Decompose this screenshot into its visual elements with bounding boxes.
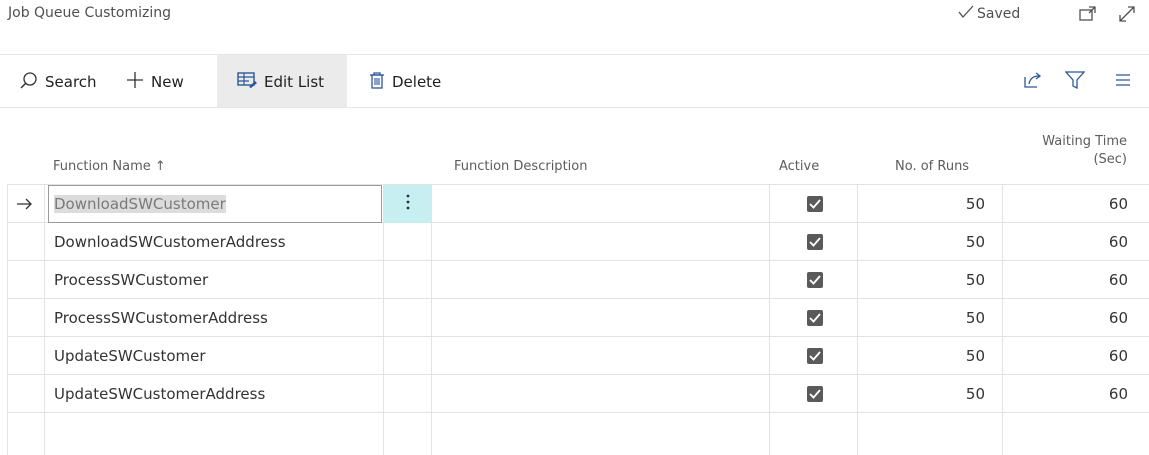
function-description-cell[interactable] xyxy=(439,185,759,223)
no-of-runs-cell[interactable]: 50 xyxy=(867,299,985,337)
function-name-cell[interactable]: UpdateSWCustomerAddress xyxy=(54,375,379,413)
waiting-time-cell[interactable]: 60 xyxy=(1012,375,1128,413)
column-header-waiting-time[interactable]: Waiting Time (Sec) xyxy=(1025,134,1127,167)
function-name-field[interactable]: DownloadSWCustomer xyxy=(48,185,382,223)
new-button[interactable]: New xyxy=(126,55,184,108)
search-label: Search xyxy=(45,72,97,91)
filter-button[interactable] xyxy=(1064,55,1086,108)
expand-icon[interactable] xyxy=(1117,4,1137,24)
new-label: New xyxy=(151,72,184,91)
table-row[interactable]: UpdateSWCustomerAddress 50 60 xyxy=(7,375,1149,413)
function-name-text: DownloadSWCustomer xyxy=(54,195,226,213)
job-queue-table: Function Name ↑ Function Description Act… xyxy=(7,108,1149,455)
open-new-window-icon[interactable] xyxy=(1078,4,1098,24)
waiting-time-cell[interactable]: 60 xyxy=(1012,337,1128,375)
function-name-cell[interactable]: ProcessSWCustomer xyxy=(54,261,379,299)
page-title: Job Queue Customizing xyxy=(8,5,171,21)
function-description-cell[interactable] xyxy=(439,299,759,337)
column-header-function-description[interactable]: Function Description xyxy=(454,159,587,174)
column-header-function-name[interactable]: Function Name ↑ xyxy=(53,159,166,174)
list-view-icon xyxy=(1115,73,1131,91)
delete-label: Delete xyxy=(392,72,442,91)
filter-icon xyxy=(1064,70,1086,93)
waiting-time-cell[interactable]: 60 xyxy=(1012,261,1128,299)
no-of-runs-cell[interactable]: 50 xyxy=(867,223,985,261)
active-checkbox[interactable] xyxy=(807,348,823,364)
active-checkbox[interactable] xyxy=(807,272,823,288)
function-name-cell[interactable]: ProcessSWCustomerAddress xyxy=(54,299,379,337)
no-of-runs-cell[interactable]: 50 xyxy=(867,261,985,299)
saved-label: Saved xyxy=(977,6,1021,22)
active-checkbox[interactable] xyxy=(807,386,823,402)
no-of-runs-cell[interactable]: 50 xyxy=(867,375,985,413)
trash-icon xyxy=(369,71,385,93)
waiting-time-cell[interactable]: 60 xyxy=(1012,299,1128,337)
current-row-arrow-icon xyxy=(16,185,38,223)
search-icon xyxy=(20,71,38,93)
function-name-cell[interactable]: UpdateSWCustomer xyxy=(54,337,379,375)
active-checkbox[interactable] xyxy=(807,310,823,326)
function-description-cell[interactable] xyxy=(439,223,759,261)
action-bar: Search New Edit List Delete xyxy=(0,55,1149,108)
table-row[interactable]: UpdateSWCustomer 50 60 xyxy=(7,337,1149,375)
function-description-cell[interactable] xyxy=(439,337,759,375)
function-description-cell[interactable] xyxy=(439,261,759,299)
edit-list-label: Edit List xyxy=(264,72,325,91)
column-header-no-of-runs[interactable]: No. of Runs xyxy=(895,159,969,174)
edit-list-button[interactable]: Edit List xyxy=(217,55,347,108)
list-view-button[interactable] xyxy=(1115,55,1131,108)
more-options-icon xyxy=(406,194,410,214)
function-name-cell[interactable]: DownloadSWCustomerAddress xyxy=(54,223,379,261)
table-row[interactable]: DownloadSWCustomerAddress 50 60 xyxy=(7,223,1149,261)
no-of-runs-cell[interactable]: 50 xyxy=(867,185,985,223)
share-button[interactable] xyxy=(1023,55,1043,108)
search-button[interactable]: Search xyxy=(20,55,97,108)
delete-button[interactable]: Delete xyxy=(369,55,441,108)
table-row[interactable]: ProcessSWCustomerAddress 50 60 xyxy=(7,299,1149,337)
active-checkbox[interactable] xyxy=(807,196,823,212)
new-entry-row[interactable] xyxy=(7,413,1149,455)
share-icon xyxy=(1023,71,1043,93)
no-of-runs-cell[interactable]: 50 xyxy=(867,337,985,375)
checkmark-icon xyxy=(958,5,974,23)
active-checkbox[interactable] xyxy=(807,234,823,250)
plus-icon xyxy=(126,71,144,93)
edit-list-icon xyxy=(237,71,257,92)
column-header-active[interactable]: Active xyxy=(779,159,819,174)
saved-status: Saved xyxy=(958,5,1020,23)
table-row[interactable]: DownloadSWCustomer 50 60 xyxy=(7,185,1149,223)
function-description-cell[interactable] xyxy=(439,375,759,413)
row-actions-button[interactable] xyxy=(384,185,431,223)
waiting-time-cell[interactable]: 60 xyxy=(1012,185,1128,223)
waiting-time-cell[interactable]: 60 xyxy=(1012,223,1128,261)
table-row[interactable]: ProcessSWCustomer 50 60 xyxy=(7,261,1149,299)
